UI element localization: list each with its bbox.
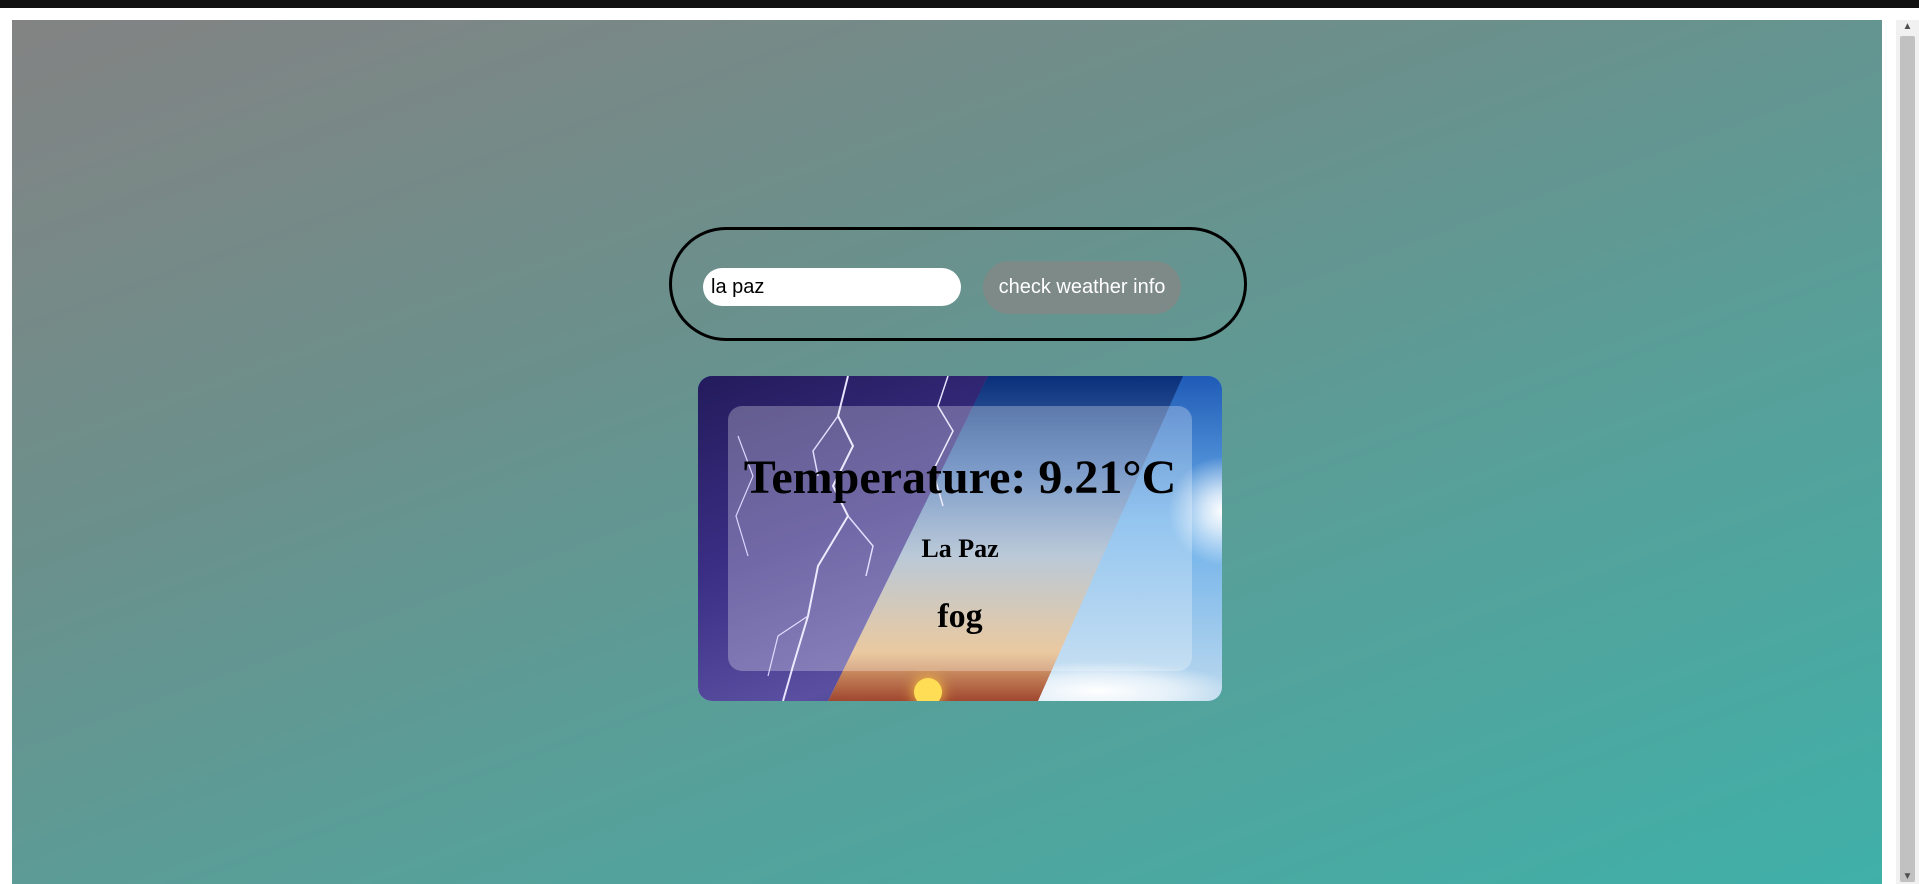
browser-top-bar bbox=[0, 0, 1919, 8]
search-form: check weather info bbox=[669, 227, 1247, 341]
weather-info-panel: Temperature: 9.21°C La Paz fog bbox=[728, 406, 1192, 671]
scroll-down-arrow-icon[interactable]: ▼ bbox=[1896, 870, 1919, 884]
temperature-text: Temperature: 9.21°C bbox=[743, 451, 1177, 504]
check-weather-button[interactable]: check weather info bbox=[983, 261, 1181, 314]
scrollbar-thumb[interactable] bbox=[1900, 36, 1915, 882]
weather-card: Temperature: 9.21°C La Paz fog bbox=[698, 376, 1222, 701]
scroll-up-arrow-icon[interactable]: ▲ bbox=[1896, 20, 1919, 34]
page-scrollbar[interactable]: ▲ ▼ bbox=[1896, 20, 1919, 884]
weather-condition: fog bbox=[937, 598, 983, 635]
page-viewport: check weather info Temperature: 9.21°C L… bbox=[12, 20, 1882, 884]
city-name: La Paz bbox=[921, 534, 999, 563]
city-search-input[interactable] bbox=[703, 268, 961, 306]
